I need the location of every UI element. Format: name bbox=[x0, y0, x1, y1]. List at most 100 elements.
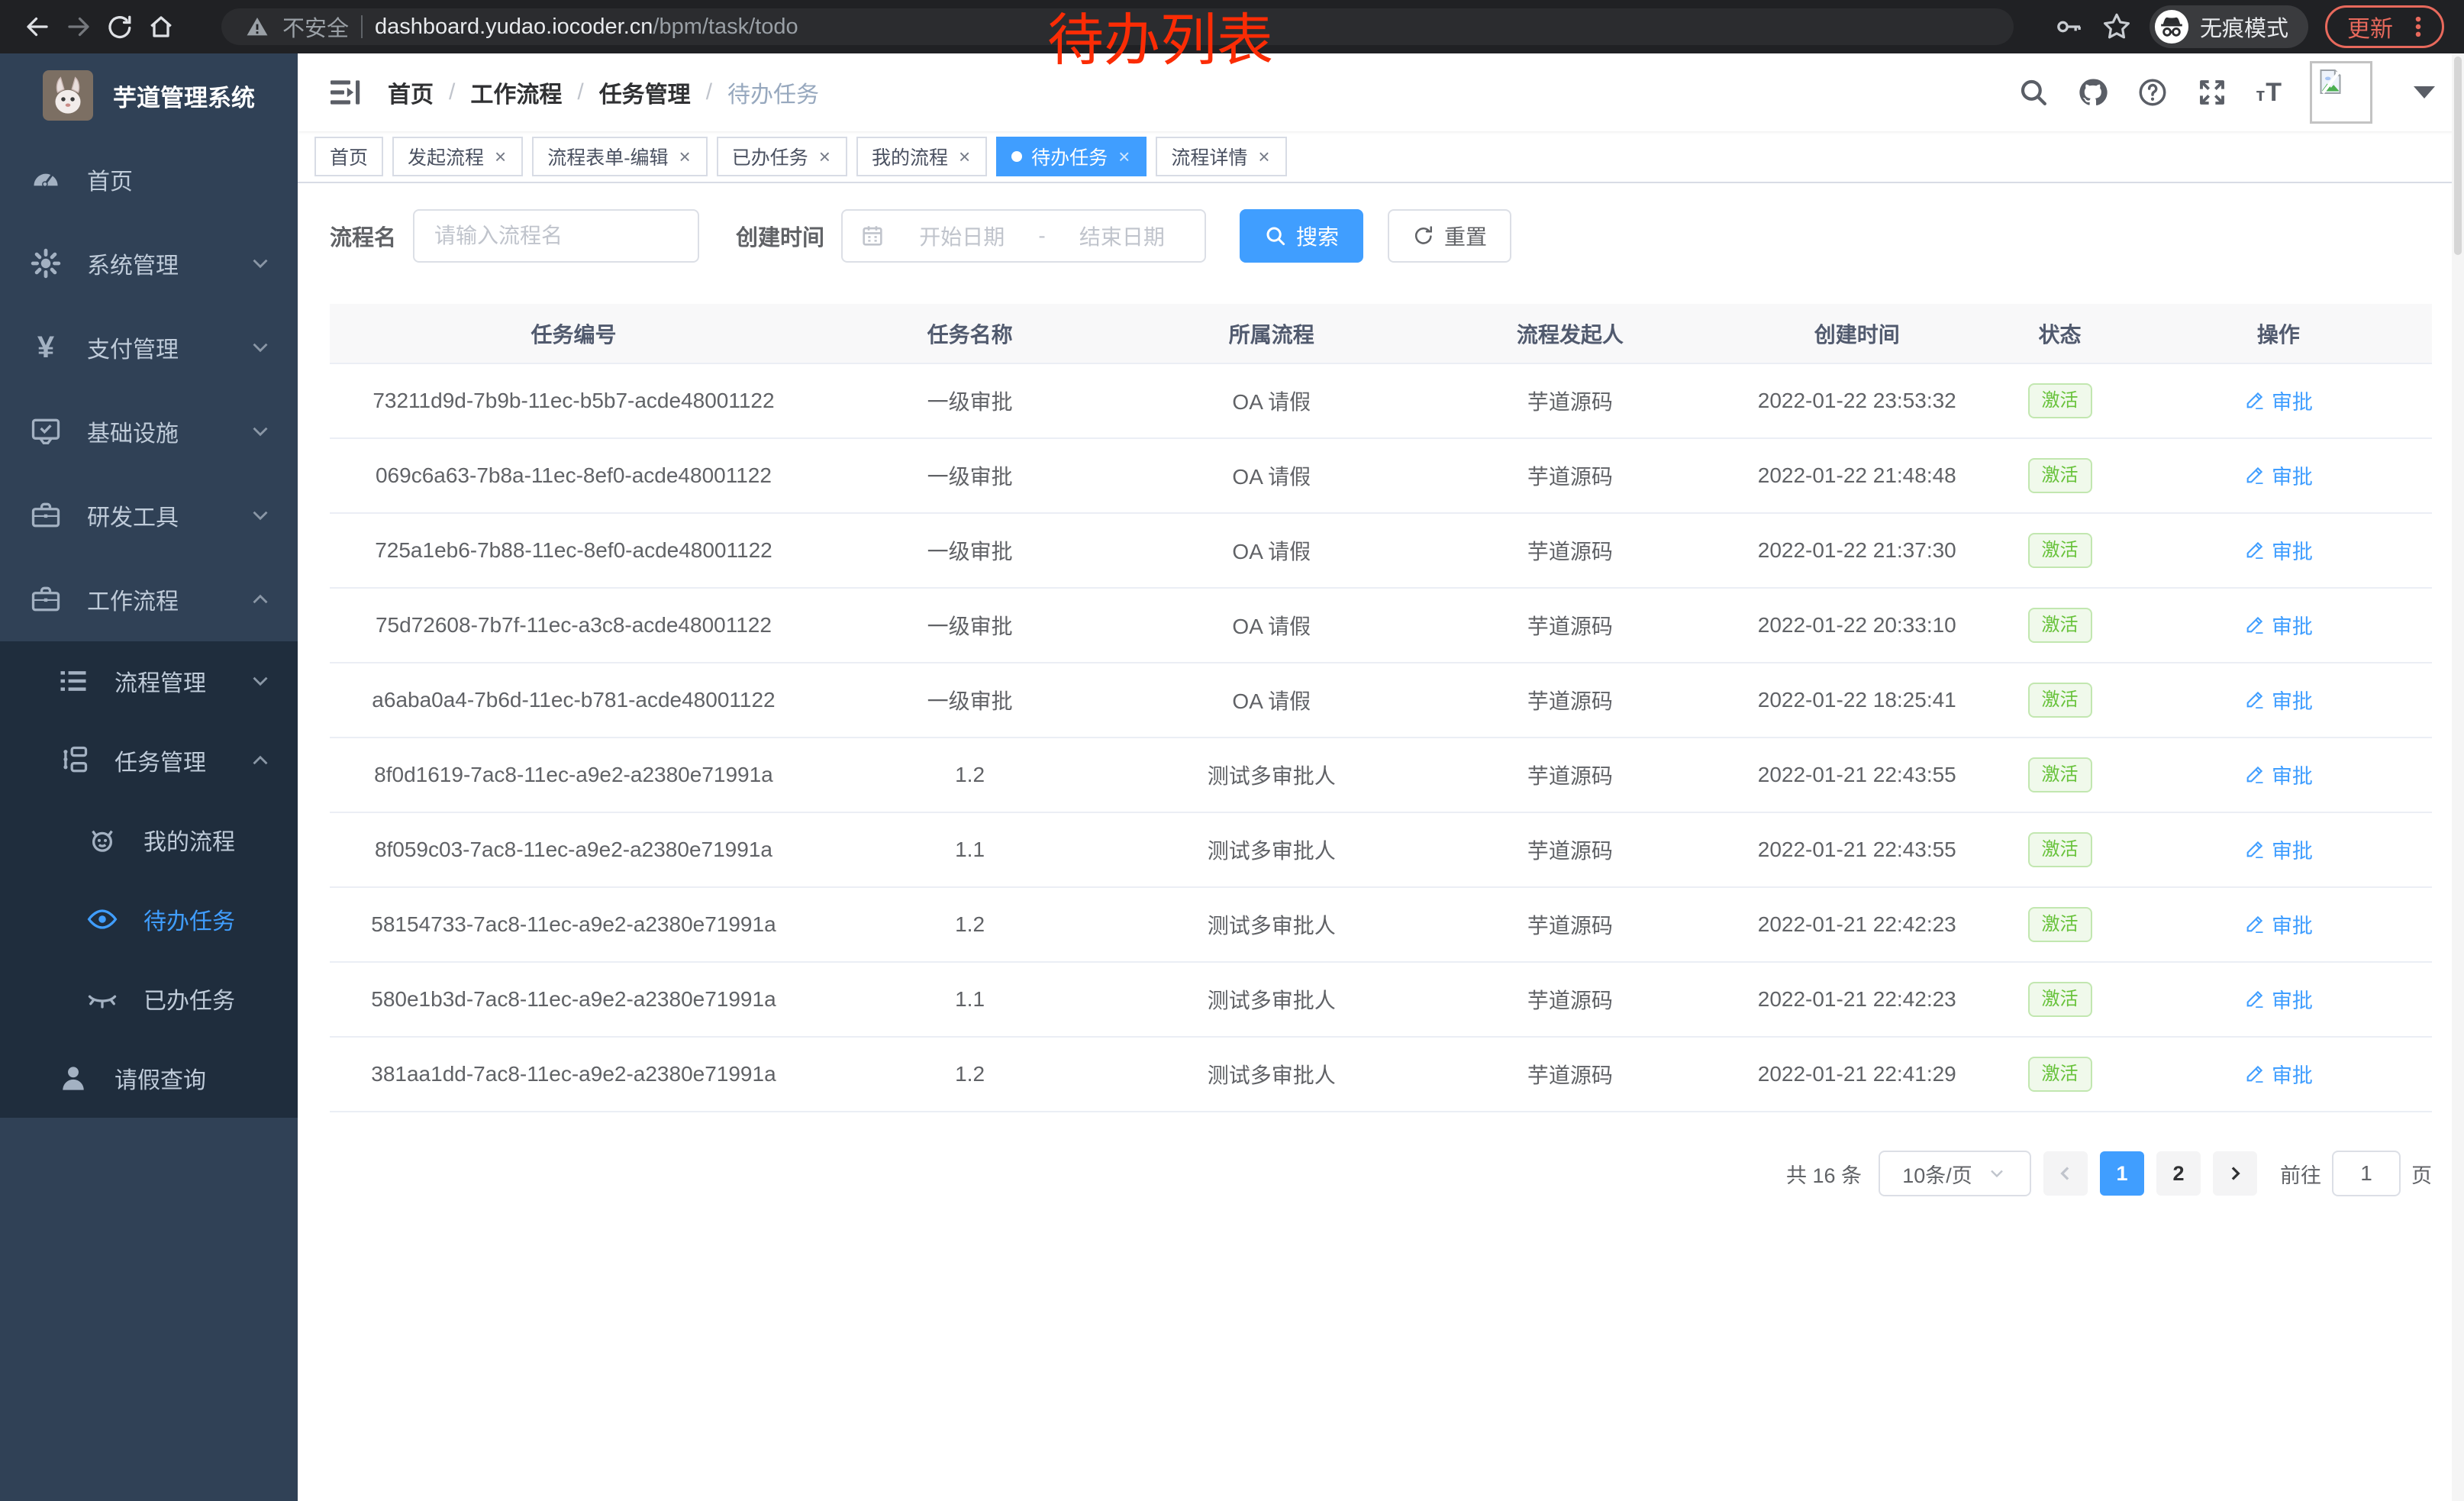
security-label[interactable]: 不安全 bbox=[282, 11, 349, 43]
sidebar-toggle-icon[interactable] bbox=[327, 74, 363, 111]
url-text[interactable]: dashboard.yudao.iocoder.cn/bpm/task/todo bbox=[375, 15, 798, 40]
end-date-placeholder: 结束日期 bbox=[1056, 221, 1188, 251]
app-logo[interactable]: 芋道管理系统 bbox=[0, 53, 298, 137]
edit-icon bbox=[2244, 913, 2266, 934]
process-name-input[interactable] bbox=[413, 209, 699, 263]
action-cell: 审批 bbox=[2125, 887, 2432, 962]
robot-icon bbox=[85, 823, 119, 857]
url-host: dashboard.yudao.iocoder.cn bbox=[375, 15, 653, 39]
reset-button[interactable]: 重置 bbox=[1388, 209, 1511, 263]
next-page-button[interactable] bbox=[2213, 1151, 2257, 1196]
sidebar-item-infra[interactable]: 基础设施 bbox=[0, 389, 298, 473]
sidebar-item-leave-query[interactable]: 请假查询 bbox=[0, 1038, 298, 1118]
approve-button[interactable]: 审批 bbox=[2244, 535, 2313, 565]
goto-label: 前往 bbox=[2280, 1159, 2321, 1189]
search-icon[interactable] bbox=[2017, 76, 2050, 108]
edit-icon bbox=[2244, 763, 2266, 785]
status-cell: 激活 bbox=[1995, 962, 2125, 1037]
sidebar-item-todo-task[interactable]: 待办任务 bbox=[0, 880, 298, 959]
approve-button[interactable]: 审批 bbox=[2244, 834, 2313, 864]
tab-close-icon[interactable]: × bbox=[493, 147, 508, 166]
sidebar-item-done-task[interactable]: 已办任务 bbox=[0, 959, 298, 1038]
sidebar-item-my-process[interactable]: 我的流程 bbox=[0, 800, 298, 880]
tab-close-icon[interactable]: × bbox=[678, 147, 692, 166]
sidebar-item-system[interactable]: 系统管理 bbox=[0, 221, 298, 305]
tab-流程详情[interactable]: 流程详情 × bbox=[1156, 137, 1286, 176]
tab-label: 发起流程 bbox=[408, 143, 484, 170]
fullscreen-icon[interactable] bbox=[2196, 76, 2228, 108]
tabs-bar: 首页发起流程×流程表单-编辑×已办任务×我的流程×待办任务×流程详情× bbox=[298, 131, 2464, 183]
sidebar-item-process-mgmt[interactable]: 流程管理 bbox=[0, 641, 298, 721]
home-icon[interactable] bbox=[144, 9, 179, 44]
tab-待办任务[interactable]: 待办任务× bbox=[996, 137, 1147, 176]
page-number-1[interactable]: 1 bbox=[2100, 1151, 2144, 1196]
approve-button[interactable]: 审批 bbox=[2244, 760, 2313, 789]
edit-icon bbox=[2244, 389, 2266, 411]
page-size-select[interactable]: 10条/页 bbox=[1879, 1151, 2031, 1196]
tab-我的流程[interactable]: 我的流程× bbox=[856, 137, 987, 176]
task-name-cell: 一级审批 bbox=[818, 438, 1122, 513]
goto-page-input[interactable] bbox=[2332, 1151, 2401, 1196]
tab-close-icon[interactable]: × bbox=[957, 147, 972, 166]
chev-up-icon bbox=[247, 586, 273, 612]
sidebar-item-home[interactable]: 首页 bbox=[0, 137, 298, 221]
approve-button[interactable]: 审批 bbox=[2244, 984, 2313, 1014]
tab-流程表单-编辑[interactable]: 流程表单-编辑× bbox=[532, 137, 708, 176]
approve-button[interactable]: 审批 bbox=[2244, 386, 2313, 415]
refresh-icon[interactable] bbox=[102, 9, 137, 44]
starter-cell: 芋道源码 bbox=[1421, 363, 1719, 438]
starter-cell: 芋道源码 bbox=[1421, 1037, 1719, 1112]
status-cell: 激活 bbox=[1995, 363, 2125, 438]
breadcrumb-separator: / bbox=[449, 79, 455, 105]
breadcrumb-item[interactable]: 工作流程 bbox=[470, 76, 562, 109]
sidebar-item-devtools[interactable]: 研发工具 bbox=[0, 473, 298, 557]
scrollbar-thumb[interactable] bbox=[2454, 56, 2462, 255]
date-range-picker[interactable]: 开始日期 - 结束日期 bbox=[841, 209, 1206, 263]
page-scrollbar[interactable] bbox=[2452, 53, 2464, 1501]
sidebar-item-task-mgmt[interactable]: 任务管理 bbox=[0, 721, 298, 800]
tree-icon bbox=[56, 744, 90, 777]
page-number-2[interactable]: 2 bbox=[2156, 1151, 2201, 1196]
tab-label: 流程详情 bbox=[1171, 143, 1247, 170]
approve-button[interactable]: 审批 bbox=[2244, 909, 2313, 939]
github-icon[interactable] bbox=[2077, 76, 2109, 108]
help-icon[interactable] bbox=[2137, 76, 2169, 108]
create-time-cell: 2022-01-22 23:53:32 bbox=[1719, 363, 1995, 438]
process-cell: 测试多审批人 bbox=[1122, 887, 1421, 962]
tab-close-icon[interactable]: × bbox=[1117, 147, 1131, 166]
approve-button[interactable]: 审批 bbox=[2244, 685, 2313, 715]
breadcrumb-item[interactable]: 任务管理 bbox=[599, 76, 691, 109]
avatar[interactable] bbox=[2310, 61, 2372, 124]
chev-down-icon bbox=[247, 668, 273, 694]
sidebar-item-workflow[interactable]: 工作流程 bbox=[0, 557, 298, 641]
update-button[interactable]: 更新 bbox=[2325, 5, 2444, 48]
approve-button[interactable]: 审批 bbox=[2244, 610, 2313, 640]
search-button[interactable]: 搜索 bbox=[1240, 209, 1363, 263]
more-vert-icon[interactable] bbox=[2405, 14, 2431, 40]
tab-首页[interactable]: 首页 bbox=[314, 137, 383, 176]
tab-close-icon[interactable]: × bbox=[1256, 147, 1271, 166]
url-bar[interactable]: 不安全 dashboard.yudao.iocoder.cn/bpm/task/… bbox=[221, 8, 2014, 45]
back-icon[interactable] bbox=[20, 9, 55, 44]
not-secure-warning-icon[interactable] bbox=[244, 14, 270, 40]
task-name-cell: 一级审批 bbox=[818, 588, 1122, 663]
briefcase-icon bbox=[29, 583, 63, 616]
avatar-dropdown-icon[interactable] bbox=[2414, 86, 2435, 98]
tab-已办任务[interactable]: 已办任务× bbox=[717, 137, 847, 176]
tab-close-icon[interactable]: × bbox=[818, 147, 832, 166]
total-count: 共 16 条 bbox=[1786, 1159, 1862, 1189]
key-icon[interactable] bbox=[2053, 11, 2084, 42]
task-name-cell: 1.1 bbox=[818, 962, 1122, 1037]
tab-发起流程[interactable]: 发起流程 × bbox=[392, 137, 523, 176]
forward-icon[interactable] bbox=[61, 9, 96, 44]
action-cell: 审批 bbox=[2125, 588, 2432, 663]
approve-button[interactable]: 审批 bbox=[2244, 1059, 2313, 1089]
bookmark-star-icon[interactable] bbox=[2101, 11, 2133, 43]
prev-page-button[interactable] bbox=[2043, 1151, 2088, 1196]
starter-cell: 芋道源码 bbox=[1421, 663, 1719, 738]
approve-button[interactable]: 审批 bbox=[2244, 460, 2313, 490]
monitor-icon bbox=[29, 415, 63, 448]
sidebar-item-payment[interactable]: ¥支付管理 bbox=[0, 305, 298, 389]
breadcrumb-item[interactable]: 首页 bbox=[388, 76, 434, 109]
font-size-icon[interactable]: тT bbox=[2256, 78, 2282, 108]
